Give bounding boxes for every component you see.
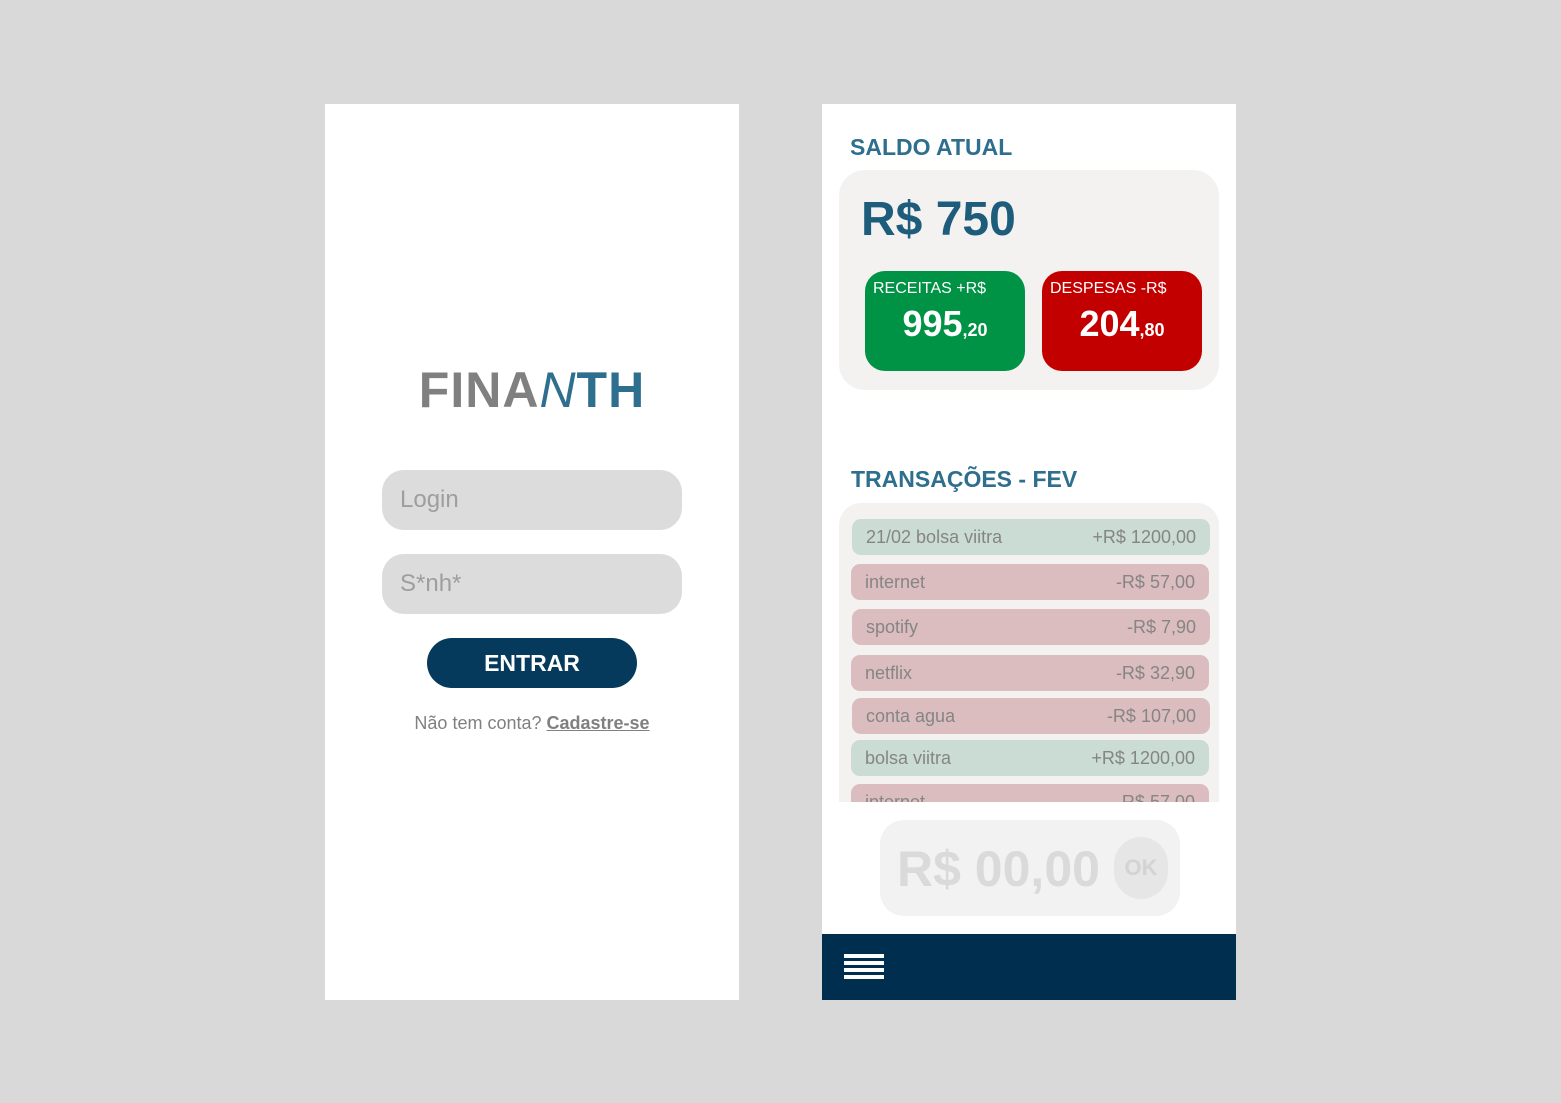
expense-label: DESPESAS -R$ <box>1050 280 1167 297</box>
amount-input-value: R$ 00,00 <box>897 841 1100 897</box>
balance-value: R$ 750 <box>861 193 1016 246</box>
transaction-amount: +R$ 1200,00 <box>1091 747 1195 768</box>
transactions-list[interactable]: 21/02 bolsa viitra +R$ 1200,00 internet -R$… <box>839 503 1219 823</box>
transaction-description: netflix <box>865 662 913 683</box>
logo-part-2: N <box>539 362 577 418</box>
balance-title: SALDO ATUAL <box>850 134 1013 160</box>
hamburger-menu-icon[interactable] <box>844 954 884 981</box>
transaction-amount: +R$ 1200,00 <box>1092 526 1196 547</box>
expense-amount: 204,80 <box>1042 303 1202 345</box>
app-logo: FINANTH <box>325 362 739 418</box>
transaction-row[interactable]: netflix -R$ 32,90 <box>851 655 1209 691</box>
logo-part-1: FINA <box>418 362 540 418</box>
income-whole: 995 <box>902 303 963 344</box>
dashboard-screen: SALDO ATUAL R$ 750 RECEITAS +R$ 995,20 D… <box>822 104 1236 1000</box>
transaction-description: internet <box>865 571 926 592</box>
bottom-nav-bar <box>822 934 1236 1000</box>
income-label: RECEITAS +R$ <box>873 280 987 297</box>
amount-entry-area: R$ 00,00 OK <box>822 802 1236 934</box>
transaction-description: conta agua <box>866 705 956 726</box>
income-card[interactable]: RECEITAS +R$ 995,20 <box>865 271 1025 371</box>
logo-part-3: TH <box>576 362 646 418</box>
signup-prompt: Não tem conta? Cadastre-se <box>325 713 739 734</box>
transaction-amount: -R$ 7,90 <box>1126 616 1196 637</box>
transaction-amount: -R$ 57,00 <box>1115 571 1195 592</box>
income-cents: ,20 <box>962 320 988 340</box>
balance-card: R$ 750 RECEITAS +R$ 995,20 DESPESAS -R$ … <box>839 170 1219 390</box>
transaction-row[interactable]: internet -R$ 57,00 <box>851 564 1209 600</box>
expense-cents: ,80 <box>1139 320 1165 340</box>
login-input[interactable] <box>382 470 682 530</box>
transactions-title: TRANSAÇÕES - FEV <box>851 466 1078 492</box>
ok-button[interactable]: OK <box>1114 837 1168 899</box>
amount-input[interactable]: R$ 00,00 OK <box>880 820 1180 916</box>
password-input[interactable] <box>382 554 682 614</box>
transaction-row[interactable]: spotify -R$ 7,90 <box>852 609 1210 645</box>
signup-prompt-text: Não tem conta? <box>414 713 542 733</box>
transaction-amount: -R$ 107,00 <box>1106 705 1196 726</box>
income-amount: 995,20 <box>865 303 1025 345</box>
transaction-row[interactable]: 21/02 bolsa viitra +R$ 1200,00 <box>852 519 1210 555</box>
login-screen: FINANTH ENTRAR Não tem conta? Cadastre-s… <box>325 104 739 1000</box>
transaction-amount: -R$ 32,90 <box>1115 662 1195 683</box>
enter-button[interactable]: ENTRAR <box>427 638 637 688</box>
transaction-description: spotify <box>866 616 919 637</box>
transaction-description: 21/02 bolsa viitra <box>866 526 1003 547</box>
expense-whole: 204 <box>1079 303 1140 344</box>
expense-card[interactable]: DESPESAS -R$ 204,80 <box>1042 271 1202 371</box>
transaction-row[interactable]: conta agua -R$ 107,00 <box>852 698 1210 734</box>
transaction-row[interactable]: bolsa viitra +R$ 1200,00 <box>851 740 1209 776</box>
signup-link[interactable]: Cadastre-se <box>547 713 650 733</box>
transaction-description: bolsa viitra <box>865 747 952 768</box>
